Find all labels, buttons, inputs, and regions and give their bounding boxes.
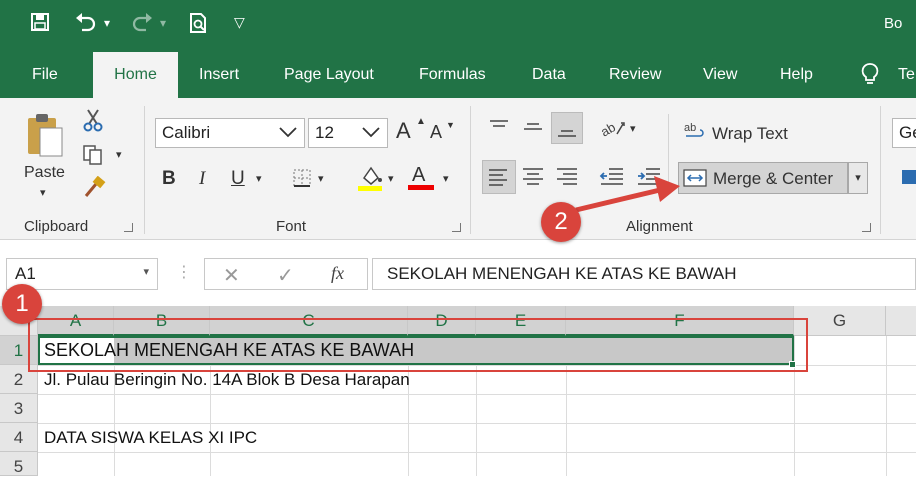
redo-icon[interactable] — [130, 12, 154, 37]
number-format-value: Ge — [899, 123, 916, 142]
group-separator — [880, 106, 881, 234]
customize-qat-icon[interactable]: ▽ — [234, 14, 245, 31]
tell-me-input[interactable]: Te — [898, 66, 915, 84]
column-header-h[interactable] — [886, 306, 916, 336]
wrap-text-button[interactable]: Wrap Text — [712, 124, 788, 144]
shrink-font-button[interactable]: A — [430, 122, 442, 143]
borders-icon[interactable] — [292, 168, 312, 193]
grow-arrow-icon: ▲ — [416, 116, 426, 127]
chevron-down-icon — [278, 123, 298, 146]
gridline — [886, 336, 887, 476]
formula-bar: A1 ▾ ⋮ ✕ ✓ fx SEKOLAH MENENGAH KE ATAS K… — [0, 240, 916, 306]
number-format-select[interactable]: Ge — [892, 118, 916, 148]
font-dialog-launcher[interactable] — [452, 223, 461, 232]
tab-help[interactable]: Help — [780, 66, 813, 84]
worksheet-grid[interactable]: A B C D E F G 1 2 3 4 5 SEKOLAH MENENGAH… — [0, 306, 916, 476]
font-name-select[interactable]: Calibri — [155, 118, 305, 148]
redo-dropdown-icon[interactable]: ▾ — [160, 16, 166, 30]
font-color-icon[interactable]: A — [408, 164, 434, 190]
orientation-dropdown-icon[interactable]: ▾ — [630, 122, 636, 135]
align-left-icon[interactable] — [482, 160, 516, 194]
tab-data[interactable]: Data — [532, 66, 566, 84]
clipboard-group-label: Clipboard — [24, 218, 89, 235]
insert-function-icon[interactable]: fx — [331, 263, 344, 284]
merge-dropdown-icon[interactable]: ▾ — [848, 162, 868, 194]
underline-button[interactable]: U — [231, 168, 245, 190]
window-title: Bo — [884, 15, 903, 32]
row-header-5[interactable]: 5 — [0, 452, 38, 476]
group-separator — [470, 106, 471, 234]
italic-button[interactable]: I — [199, 168, 205, 190]
paste-dropdown-icon[interactable]: ▾ — [40, 186, 46, 199]
paste-button[interactable]: Paste — [24, 164, 65, 182]
merge-center-button[interactable]: Merge & Center — [678, 162, 848, 194]
font-name-value: Calibri — [162, 123, 211, 142]
middle-align-icon[interactable] — [522, 118, 544, 141]
lightbulb-icon[interactable] — [860, 62, 880, 91]
bottom-align-icon[interactable] — [551, 112, 583, 144]
ribbon: Paste ▾ ▾ Clipboard Calibri 12 A ▲ A ▼ B… — [0, 98, 916, 240]
gridline — [38, 423, 916, 424]
font-size-value: 12 — [315, 123, 334, 142]
step-1-badge: 1 — [2, 284, 42, 324]
orientation-icon[interactable]: ab — [598, 118, 626, 143]
alignment-dialog-launcher[interactable] — [862, 223, 871, 232]
cell-a2[interactable]: Jl. Pulau Beringin No. 14A Blok B Desa H… — [44, 370, 410, 390]
bold-button[interactable]: B — [162, 168, 176, 190]
format-painter-icon[interactable] — [82, 175, 106, 203]
undo-icon[interactable] — [74, 12, 98, 37]
merge-center-label: Merge & Center — [713, 169, 833, 188]
cut-icon[interactable] — [82, 108, 104, 137]
tab-file[interactable]: File — [32, 66, 58, 84]
gridline — [38, 452, 916, 453]
chevron-down-icon — [361, 123, 381, 146]
confirm-icon[interactable]: ✓ — [277, 263, 294, 288]
grow-font-button[interactable]: A — [396, 118, 411, 144]
clipboard-dialog-launcher[interactable] — [124, 223, 133, 232]
row-header-4[interactable]: 4 — [0, 423, 38, 452]
undo-dropdown-icon[interactable]: ▾ — [104, 16, 110, 30]
formula-input[interactable]: SEKOLAH MENENGAH KE ATAS KE BAWAH — [372, 258, 916, 290]
shrink-arrow-icon: ▼ — [446, 120, 455, 130]
copy-dropdown-icon[interactable]: ▾ — [116, 148, 122, 161]
tab-insert[interactable]: Insert — [199, 66, 239, 84]
chevron-down-icon: ▾ — [143, 266, 149, 278]
wrap-text-icon[interactable]: ab — [684, 120, 706, 147]
annotation-highlight-box — [28, 318, 808, 372]
step-2-badge: 2 — [541, 202, 581, 242]
copy-icon[interactable] — [82, 144, 104, 171]
ribbon-tabs: File Home Insert Page Layout Formulas Da… — [0, 52, 916, 98]
tab-view[interactable]: View — [703, 66, 737, 84]
save-icon[interactable] — [30, 12, 50, 37]
cancel-icon[interactable]: ✕ — [223, 263, 240, 288]
group-separator — [144, 106, 145, 234]
paste-icon[interactable] — [24, 112, 64, 163]
tab-review[interactable]: Review — [609, 66, 661, 84]
formula-buttons: ✕ ✓ fx — [204, 258, 368, 290]
gridline — [38, 394, 916, 395]
font-color-dropdown-icon[interactable]: ▾ — [443, 172, 449, 185]
tab-page-layout[interactable]: Page Layout — [284, 66, 374, 84]
title-bar: ▾ ▾ ▽ Bo — [0, 0, 916, 52]
underline-dropdown-icon[interactable]: ▾ — [256, 172, 262, 185]
font-size-select[interactable]: 12 — [308, 118, 388, 148]
tab-home[interactable]: Home — [93, 52, 178, 98]
tab-formulas[interactable]: Formulas — [419, 66, 486, 84]
borders-dropdown-icon[interactable]: ▾ — [318, 172, 324, 185]
name-box-value: A1 — [15, 264, 36, 283]
top-align-icon[interactable] — [488, 118, 510, 141]
print-preview-icon[interactable] — [188, 12, 210, 39]
font-group-label: Font — [276, 218, 307, 235]
fill-color-icon[interactable] — [358, 164, 384, 197]
svg-text:ab: ab — [600, 119, 618, 138]
cell-a4[interactable]: DATA SISWA KELAS XI IPC — [44, 428, 257, 448]
drag-handle-icon[interactable]: ⋮ — [176, 262, 192, 282]
fill-color-dropdown-icon[interactable]: ▾ — [388, 172, 394, 185]
currency-icon[interactable] — [900, 166, 916, 193]
svg-text:ab: ab — [684, 122, 696, 134]
row-header-3[interactable]: 3 — [0, 394, 38, 423]
formula-content: SEKOLAH MENENGAH KE ATAS KE BAWAH — [387, 264, 737, 283]
